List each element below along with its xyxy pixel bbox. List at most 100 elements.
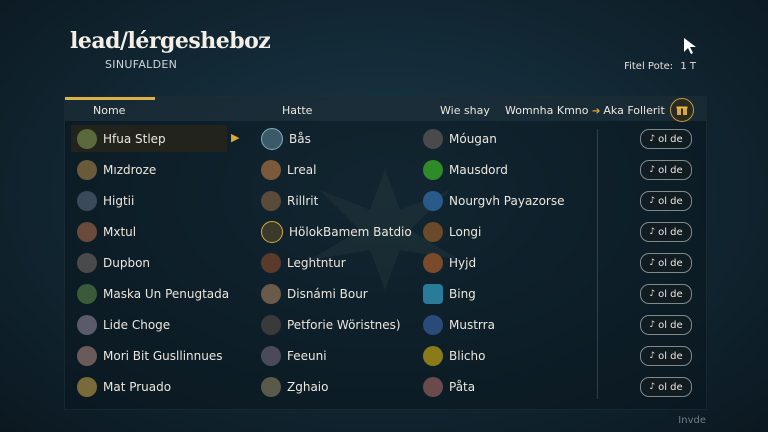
cursor-icon[interactable] (680, 36, 700, 56)
figure-icon (423, 314, 443, 335)
row-cell-wie: Mausdord (423, 156, 508, 183)
music-note-icon: ♪ (649, 351, 656, 361)
table-row[interactable]: Lide Choge Petforie Wöristnes) Mustrra ♪… (65, 311, 706, 342)
row-cell-wie: Longi (423, 218, 481, 245)
row-wie-label: Blicho (449, 348, 486, 363)
row-wie-label: Mustrra (449, 317, 495, 332)
character-icon (261, 252, 281, 273)
top-stat-value: 1 T (680, 61, 696, 72)
row-cell-name[interactable]: Mat Pruado (77, 373, 171, 400)
row-name-label: Mat Pruado (103, 379, 172, 394)
action-label: ol de (658, 288, 683, 300)
table-header: Nome Hatte Wie shay Womnha Kmno ➔ Aka Fol… (65, 97, 706, 122)
action-label: ol de (658, 133, 683, 145)
selection-arrow-icon: ▶ (231, 131, 240, 144)
row-hatte-label: Zghaio (287, 379, 329, 394)
character-icon (261, 283, 281, 304)
table-row[interactable]: Mızdroze Lreal Mausdord ♪ ol de (65, 156, 706, 187)
action-button[interactable]: ♪ ol de (640, 284, 692, 304)
arrow-right-icon: ➔ (592, 106, 601, 117)
tab-hatte[interactable]: Hatte (282, 104, 312, 117)
row-cell-wie: Nourgvh Payazorse (423, 187, 565, 214)
row-cell-name[interactable]: Lide Choge (77, 311, 170, 338)
row-cell-name[interactable]: Dupbon (77, 249, 150, 276)
helmet-icon (261, 190, 281, 211)
row-cell-hatte: Rillrit (261, 187, 318, 214)
action-label: ol de (658, 350, 683, 362)
player-avatar-icon (77, 252, 97, 273)
character-icon (261, 376, 281, 397)
table-panel: Nome Hatte Wie shay Womnha Kmno ➔ Aka Fol… (64, 96, 707, 410)
active-tab-indicator (65, 97, 155, 100)
row-cell-wie: Hyjd (423, 249, 476, 276)
action-button[interactable]: ♪ ol de (640, 315, 692, 335)
gift-icon (676, 106, 688, 115)
row-wie-label: Nourgvh Payazorse (449, 193, 565, 208)
action-button[interactable]: ♪ ol de (640, 253, 692, 273)
row-cell-name[interactable]: Hfua Stlep (71, 125, 227, 152)
row-cell-name[interactable]: Mızdroze (77, 156, 156, 183)
row-cell-name[interactable]: Mxtul (77, 218, 136, 245)
figure-icon (423, 190, 443, 211)
row-hatte-label: Rillrit (287, 193, 319, 208)
character-icon (423, 221, 443, 242)
music-note-icon: ♪ (649, 258, 656, 268)
row-cell-name[interactable]: Higtii (77, 187, 134, 214)
tab-nome[interactable]: Nome (93, 104, 125, 117)
action-label: ol de (658, 319, 683, 331)
table-row[interactable]: Mat Pruado Zghaio Påta ♪ ol de (65, 373, 706, 404)
row-hatte-label: Petforie Wöristnes) (287, 317, 401, 332)
action-button[interactable]: ♪ ol de (640, 222, 692, 242)
top-stat-label: Fitel Pote: (624, 61, 674, 72)
action-button[interactable]: ♪ ol de (640, 191, 692, 211)
creature-icon (423, 159, 443, 180)
action-label: ol de (658, 195, 683, 207)
table-row[interactable]: Mxtul HölokBamem Batdio Longi ♪ ol de (65, 218, 706, 249)
row-cell-wie: Bing (423, 280, 476, 307)
building-icon (261, 159, 281, 180)
table-row[interactable]: Dupbon Leghtntur Hyjd ♪ ol de (65, 249, 706, 280)
character-icon (261, 314, 281, 335)
tab-womnha-kmno[interactable]: Womnha Kmno (505, 104, 589, 117)
table-row[interactable]: Hfua Stlep ▶ Bås Móugan ♪ ol de (65, 125, 706, 156)
row-wie-label: Móugan (449, 131, 497, 146)
table-row[interactable]: Higtii Rillrit Nourgvh Payazorse ♪ ol de (65, 187, 706, 218)
ring-icon (261, 127, 283, 150)
row-cell-name[interactable]: Mori Bit Gusllinnues (77, 342, 222, 369)
row-name-label: Mızdroze (103, 162, 157, 177)
action-button[interactable]: ♪ ol de (640, 377, 692, 397)
top-stat: Fitel Pote: 1 T (624, 61, 696, 72)
action-button[interactable]: ♪ ol de (640, 160, 692, 180)
music-note-icon: ♪ (649, 196, 656, 206)
app-title: lead/lérgesheboz (70, 28, 271, 54)
row-cell-hatte: Zghaio (261, 373, 328, 400)
music-note-icon: ♪ (649, 165, 656, 175)
row-cell-wie: Påta (423, 373, 475, 400)
row-cell-name[interactable]: Maska Un Penugtada (77, 280, 229, 307)
row-name-label: Dupbon (103, 255, 151, 270)
tab-wie-shay[interactable]: Wie shay (440, 104, 490, 117)
player-avatar-icon (77, 376, 97, 397)
row-cell-wie: Mustrra (423, 311, 495, 338)
gift-button[interactable] (670, 98, 694, 122)
row-cell-hatte: Bås (261, 125, 311, 152)
music-note-icon: ♪ (649, 227, 656, 237)
row-name-label: Lide Choge (103, 317, 171, 332)
flame-icon (423, 345, 443, 366)
row-hatte-label: HölokBamem Batdio (289, 224, 412, 239)
tab-aka-follerit[interactable]: ➔ Aka Follerit (592, 104, 665, 117)
row-name-label: Mori Bit Gusllinnues (103, 348, 223, 363)
player-avatar-icon (77, 345, 97, 366)
row-name-label: Mxtul (103, 224, 137, 239)
row-hatte-label: Lreal (287, 162, 317, 177)
music-note-icon: ♪ (649, 134, 656, 144)
character-icon (423, 376, 443, 397)
row-cell-hatte: Petforie Wöristnes) (261, 311, 401, 338)
action-button[interactable]: ♪ ol de (640, 129, 692, 149)
row-cell-hatte: Feeuni (261, 342, 327, 369)
music-note-icon: ♪ (649, 289, 656, 299)
player-avatar-icon (77, 283, 97, 304)
table-row[interactable]: Maska Un Penugtada Disnámi Bour Bing ♪ ol… (65, 280, 706, 311)
table-row[interactable]: Mori Bit Gusllinnues Feeuni Blicho ♪ ol d… (65, 342, 706, 373)
action-button[interactable]: ♪ ol de (640, 346, 692, 366)
